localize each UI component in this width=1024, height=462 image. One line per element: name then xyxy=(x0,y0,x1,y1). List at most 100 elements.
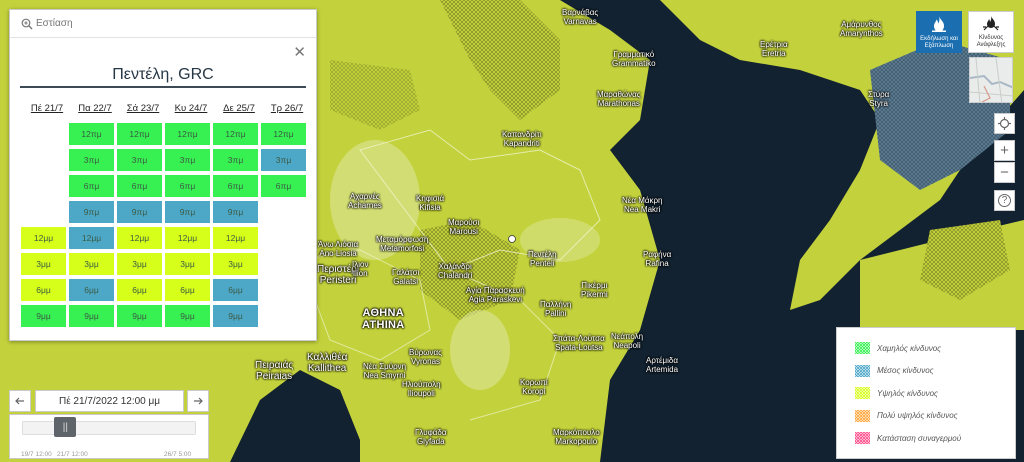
forecast-cell-medium[interactable]: 9πμ xyxy=(164,200,211,224)
forecast-cell-low[interactable]: 12πμ xyxy=(164,122,211,146)
map-label: Στύρα Styra xyxy=(868,90,890,108)
day-header-item[interactable]: Πα 22/7 xyxy=(71,103,119,114)
map-label: Κορωπί Koropi xyxy=(520,378,548,396)
day-header-item[interactable]: Τρ 26/7 xyxy=(263,103,311,114)
forecast-cell-high[interactable]: 12μμ xyxy=(116,226,163,250)
map-label: Κηφισιά Kifisia xyxy=(416,194,445,212)
forecast-cell-high[interactable]: 12μμ xyxy=(212,226,259,250)
forecast-cell-low[interactable]: 6πμ xyxy=(68,174,115,198)
forecast-cell-high[interactable]: 12μμ xyxy=(20,226,67,250)
zoom-out-button[interactable]: − xyxy=(994,162,1015,183)
day-header-item[interactable]: Σά 23/7 xyxy=(119,103,167,114)
forecast-cell-high[interactable]: 3μμ xyxy=(212,252,259,276)
forecast-cell-low[interactable]: 3πμ xyxy=(164,148,211,172)
title-divider xyxy=(20,86,306,88)
zoom-in-button[interactable]: + xyxy=(994,140,1015,161)
map-label: Αχαρνές Acharnes xyxy=(348,192,382,210)
help-button[interactable]: ? xyxy=(994,190,1015,211)
forecast-cell-high[interactable]: 6μμ xyxy=(164,278,211,302)
map-label: Καπανδρίτι Kapandriti xyxy=(502,130,542,148)
forecast-cell-medium[interactable]: 9πμ xyxy=(116,200,163,224)
close-icon[interactable]: ✕ xyxy=(293,45,306,60)
map-label: Καλλιθέα Kallithea xyxy=(307,352,348,374)
forecast-cell-high[interactable]: 3μμ xyxy=(20,252,67,276)
spread-mode-label: Εκδήλωση και Εξάπλωση xyxy=(920,36,958,49)
forecast-cell-medium[interactable]: 9πμ xyxy=(68,200,115,224)
map-label: Μαρκόπουλο Markopoulo xyxy=(553,428,600,446)
legend-label: Κατάσταση συναγερμού xyxy=(877,433,962,443)
map-label: Γραμματικό Grammatiko xyxy=(612,50,656,68)
arrow-left-icon[interactable] xyxy=(9,390,31,412)
map-label: Χαλάνδρι Chalandri xyxy=(438,262,473,280)
forecast-cell-low[interactable]: 6πμ xyxy=(164,174,211,198)
legend-item: Κατάσταση συναγερμού xyxy=(855,432,961,444)
forecast-cell-low[interactable]: 12πμ xyxy=(116,122,163,146)
forecast-cell-low[interactable]: 3πμ xyxy=(212,148,259,172)
forecast-cell-high[interactable]: 3μμ xyxy=(68,252,115,276)
forecast-cell-low[interactable]: 6πμ xyxy=(260,174,307,198)
map-label: Αμάρυνθος Amarynthos xyxy=(840,20,883,38)
legend-swatch xyxy=(855,364,870,377)
map-label: Νέα Μάκρη Nea Makri xyxy=(622,196,663,214)
forecast-cell-low[interactable]: 9μμ xyxy=(164,304,211,328)
legend-swatch xyxy=(855,409,870,422)
ignition-risk-label: Κίνδυνος Ανάφλεξης xyxy=(976,35,1006,48)
forecast-cell-low[interactable]: 6πμ xyxy=(212,174,259,198)
slider-thumb[interactable]: || xyxy=(54,417,77,437)
ignition-risk-button[interactable]: Κίνδυνος Ανάφλεξης xyxy=(968,11,1014,53)
map-label: Παλλήνη Pallini xyxy=(540,300,572,318)
slider-start-label: 19/7 12:00 xyxy=(21,451,52,458)
forecast-cell-high[interactable]: 3μμ xyxy=(164,252,211,276)
legend-label: Μέσος κίνδυνος xyxy=(877,366,934,375)
search-bar xyxy=(10,10,316,38)
forecast-cell-medium[interactable]: 9πμ xyxy=(212,200,259,224)
forecast-cell-low[interactable]: 9μμ xyxy=(20,304,67,328)
day-header: Πέ 21/7 Πα 22/7 Σά 23/7 Κυ 24/7 Δε 25/7 Τρ 26… xyxy=(23,103,311,114)
day-header-item[interactable]: Δε 25/7 xyxy=(215,103,263,114)
forecast-panel: ✕ Πεντέλη, GRC Πέ 21/7Πα 22/7Σά 23/7Κυ 2… xyxy=(9,9,317,341)
map-label: Μεταμόρφωση Metamorfosi xyxy=(376,235,429,253)
forecast-cell-high[interactable]: 6μμ xyxy=(20,278,67,302)
place-title: Πεντέλη, GRC xyxy=(112,66,214,83)
map-label: Πικέρμι Pikermi xyxy=(581,281,608,299)
forecast-cell-medium[interactable]: 12μμ xyxy=(68,226,115,250)
map-label: Νεάπολη Neapoli xyxy=(611,332,644,350)
legend-label: Πολύ υψηλός κίνδυνος xyxy=(877,411,958,420)
forecast-cell-low[interactable]: 6πμ xyxy=(116,174,163,198)
forecast-cell-high[interactable]: 12μμ xyxy=(164,226,211,250)
map-label: Βαρνάβας Varnavas xyxy=(562,8,599,26)
forecast-cell-low[interactable]: 3πμ xyxy=(68,148,115,172)
risk-legend: Χαμηλός κίνδυνος Μέσος κίνδυνος Υψηλός κίν… xyxy=(836,327,1016,459)
day-header-item[interactable]: Πέ 21/7 xyxy=(23,103,71,114)
forecast-cell-low[interactable]: 9μμ xyxy=(116,304,163,328)
forecast-cell-high[interactable]: 3μμ xyxy=(116,252,163,276)
map-label: Αρτέμιδα Artemida xyxy=(646,356,679,374)
forecast-cell-low[interactable]: 12πμ xyxy=(212,122,259,146)
map-label: ΑΘΗΝΑ ATHINA xyxy=(362,307,405,331)
zoom-search-icon xyxy=(21,18,33,29)
forecast-cell-low[interactable]: 12πμ xyxy=(68,122,115,146)
slider-track[interactable] xyxy=(22,421,196,435)
spread-mode-button[interactable]: Εκδήλωση και Εξάπλωση xyxy=(916,11,962,53)
help-icon: ? xyxy=(998,194,1011,207)
forecast-cell-high[interactable]: 6μμ xyxy=(116,278,163,302)
arrow-right-icon[interactable] xyxy=(187,390,209,412)
day-header-item[interactable]: Κυ 24/7 xyxy=(167,103,215,114)
map-label: Αγία Παρασκευή Agia Paraskevi xyxy=(466,286,525,304)
legend-item: Χαμηλός κίνδυνος xyxy=(855,342,941,354)
time-slider[interactable]: || 19/7 12:00 21/7 12:00 26/7 5:00 xyxy=(9,414,209,459)
forecast-cell-low[interactable]: 12πμ xyxy=(260,122,307,146)
forecast-cell-medium[interactable]: 9μμ xyxy=(212,304,259,328)
forecast-cell-medium[interactable]: 6μμ xyxy=(212,278,259,302)
forecast-cell-medium[interactable]: 3πμ xyxy=(260,148,307,172)
crosshair-icon[interactable] xyxy=(994,113,1015,134)
minimap[interactable] xyxy=(969,57,1013,103)
search-input[interactable] xyxy=(36,18,286,29)
map-label: Γαλάτσι Galatsi xyxy=(392,268,420,286)
legend-label: Υψηλός κίνδυνος xyxy=(877,388,938,398)
legend-label: Χαμηλός κίνδυνος xyxy=(877,343,942,353)
forecast-cell-low[interactable]: 3πμ xyxy=(116,148,163,172)
map-label: Γλυφάδα Glyfada xyxy=(415,428,447,446)
forecast-cell-medium[interactable]: 6μμ xyxy=(68,278,115,302)
forecast-cell-low[interactable]: 9μμ xyxy=(68,304,115,328)
